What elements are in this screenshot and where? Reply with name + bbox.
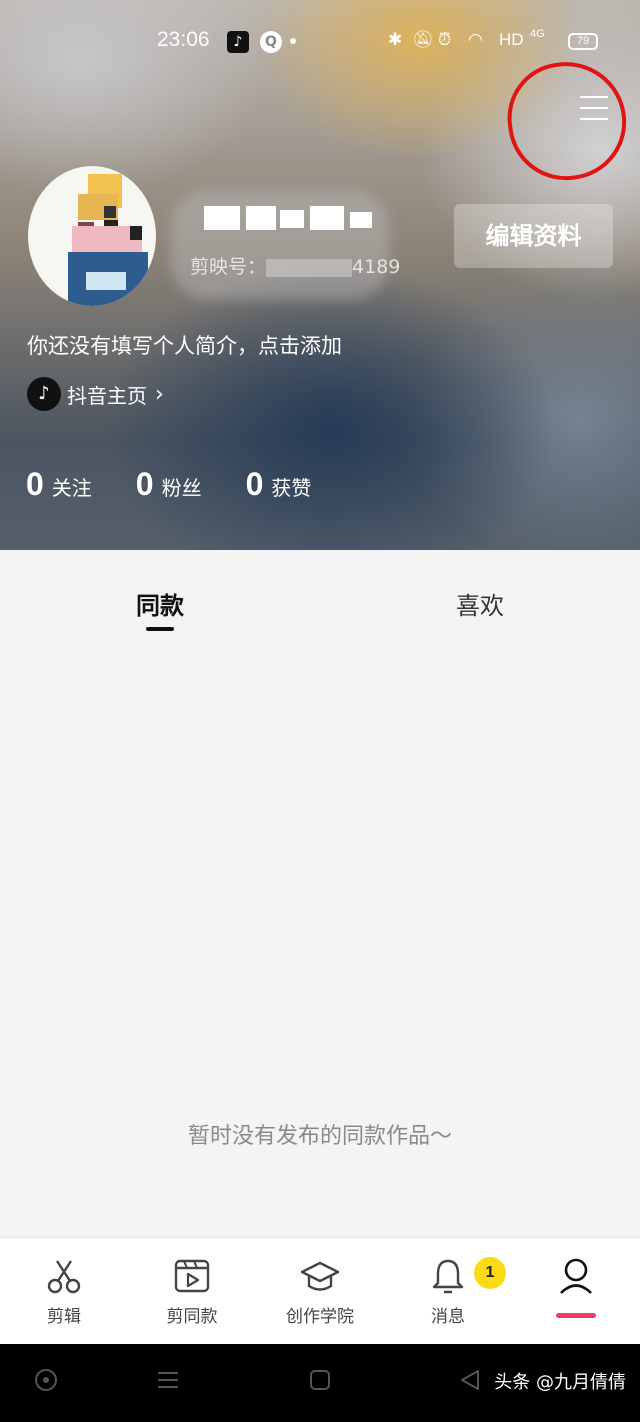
stat-followers[interactable]: 0 粉丝 (136, 466, 202, 503)
wifi-icon: ◠ (468, 30, 483, 49)
status-bar: 23:06 ♪ Q ✱ 🔕︎ ⏰︎ ◠ HD 4G 79 (0, 28, 640, 58)
watermark: 头条 @九月倩倩 (494, 1372, 626, 1393)
status-time: 23:06 (157, 28, 210, 51)
signal-label: 4G (530, 28, 545, 40)
stat-count: 0 (26, 466, 44, 502)
douyin-homepage-link[interactable]: ♪ 抖音主页 › (27, 376, 164, 412)
browser-notification-icon: Q (260, 31, 282, 53)
nav-academy[interactable]: 创作学院 (272, 1256, 368, 1327)
system-nav-bar: 头条 @九月倩倩 (0, 1344, 640, 1422)
stat-likes[interactable]: 0 获赞 (246, 466, 312, 503)
stat-count: 0 (245, 466, 264, 502)
home-icon[interactable] (308, 1368, 332, 1392)
douyin-link-label: 抖音主页 (67, 383, 147, 408)
assistant-icon[interactable] (34, 1368, 58, 1392)
content-tabs: 同款 喜欢 (0, 550, 640, 640)
tab-templates[interactable]: 同款 (136, 586, 184, 621)
avatar[interactable] (28, 166, 156, 306)
stat-following[interactable]: 0 关注 (26, 466, 92, 503)
stat-label: 粉丝 (161, 476, 202, 500)
chevron-right-icon: › (155, 381, 164, 407)
profile-header: 23:06 ♪ Q ✱ 🔕︎ ⏰︎ ◠ HD 4G 79 剪映号： 4189 编辑 (0, 0, 640, 550)
bell-icon (432, 1259, 464, 1294)
jianying-id-suffix: 4189 (352, 256, 401, 278)
active-tab-indicator (146, 627, 174, 631)
jianying-id-mask (266, 258, 353, 277)
mute-icon: 🔕︎ (412, 30, 434, 49)
user-icon (560, 1258, 592, 1294)
back-icon[interactable] (458, 1368, 482, 1392)
stat-count: 0 (135, 466, 154, 502)
stat-label: 关注 (51, 476, 92, 500)
edit-profile-button[interactable]: 编辑资料 (454, 204, 613, 268)
douyin-icon: ♪ (27, 377, 61, 411)
nav-me[interactable] (528, 1256, 624, 1302)
battery-icon: 79 (568, 33, 598, 50)
tab-likes[interactable]: 喜欢 (456, 586, 504, 621)
nav-label: 消息 (431, 1307, 465, 1327)
bottom-nav: 剪辑 剪同款 创作学院 消息 1 (0, 1237, 640, 1344)
nav-label: 剪辑 (47, 1307, 81, 1327)
recent-apps-icon[interactable] (156, 1368, 180, 1392)
scissors-icon (47, 1260, 81, 1294)
empty-state-message: 暂时没有发布的同款作品～ (187, 1124, 452, 1149)
more-notifications-dot (290, 38, 296, 44)
tiktok-notification-icon: ♪ (227, 31, 249, 53)
nav-templates[interactable]: 剪同款 (144, 1256, 240, 1327)
nav-label: 创作学院 (286, 1307, 354, 1327)
jianying-id: 剪映号： 4189 (190, 252, 400, 279)
profile-stats: 0 关注 0 粉丝 0 获赞 (26, 466, 355, 503)
graduation-cap-icon (300, 1261, 340, 1291)
nav-edit[interactable]: 剪辑 (16, 1256, 112, 1327)
active-nav-indicator (556, 1313, 596, 1318)
stat-label: 获赞 (271, 476, 312, 500)
hd-label: HD (499, 30, 524, 49)
message-badge: 1 (474, 1257, 506, 1289)
jianying-id-label: 剪映号： (190, 256, 267, 278)
bluetooth-icon: ✱ (388, 30, 403, 49)
nav-label: 剪同款 (166, 1307, 218, 1327)
menu-icon[interactable] (580, 96, 614, 126)
video-template-icon (174, 1259, 210, 1293)
bio-prompt[interactable]: 你还没有填写个人简介，点击添加 (27, 330, 342, 360)
alarm-icon: ⏰︎ (438, 30, 452, 49)
username-redacted (190, 200, 390, 234)
